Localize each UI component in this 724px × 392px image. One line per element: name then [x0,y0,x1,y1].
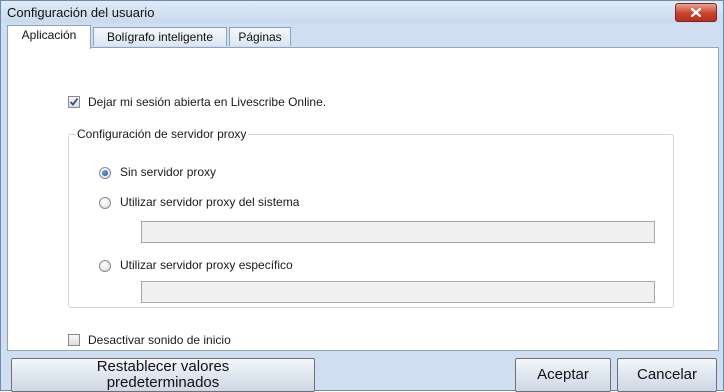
disable-startup-sound-label: Desactivar sonido de inicio [88,333,231,347]
tab-strip: Aplicación Bolígrafo inteligente Páginas [7,25,723,49]
window-title: Configuración del usuario [7,5,155,20]
checkmark-icon [69,97,79,106]
close-icon [691,8,701,17]
tab-panel-aplicacion: Dejar mi sesión abierta en Livescribe On… [7,47,719,351]
tab-aplicacion[interactable]: Aplicación [7,25,91,49]
system-proxy-field[interactable] [141,221,655,243]
reset-defaults-label-line2: predeterminados [106,374,220,391]
user-settings-dialog: Configuración del usuario Aplicación Bol… [0,0,724,392]
tab-paginas[interactable]: Páginas [229,27,291,46]
accept-button[interactable]: Aceptar [515,358,611,392]
tab-boligrafo-inteligente[interactable]: Bolígrafo inteligente [93,27,227,46]
radio-specific-proxy-label: Utilizar servidor proxy específico [120,258,293,272]
radio-system-proxy-label: Utilizar servidor proxy del sistema [120,195,300,209]
radio-specific-proxy[interactable] [99,260,111,272]
reset-defaults-label-line1: Restablecer valores [96,358,230,375]
stay-logged-in-label: Dejar mi sesión abierta en Livescribe On… [88,95,327,109]
specific-proxy-field[interactable] [141,281,655,303]
reset-defaults-button[interactable]: Restablecer valores predeterminados [11,358,315,392]
proxy-group-title: Configuración de servidor proxy [75,127,249,141]
title-bar[interactable]: Configuración del usuario [1,1,723,23]
radio-system-proxy[interactable] [99,197,111,209]
cancel-button[interactable]: Cancelar [617,358,717,392]
radio-no-proxy[interactable] [99,167,111,179]
close-button[interactable] [675,3,717,22]
proxy-groupbox: Configuración de servidor proxy Sin serv… [68,127,674,308]
stay-logged-in-checkbox[interactable] [68,96,80,108]
radio-no-proxy-label: Sin servidor proxy [120,165,217,179]
disable-startup-sound-checkbox[interactable] [68,334,80,346]
